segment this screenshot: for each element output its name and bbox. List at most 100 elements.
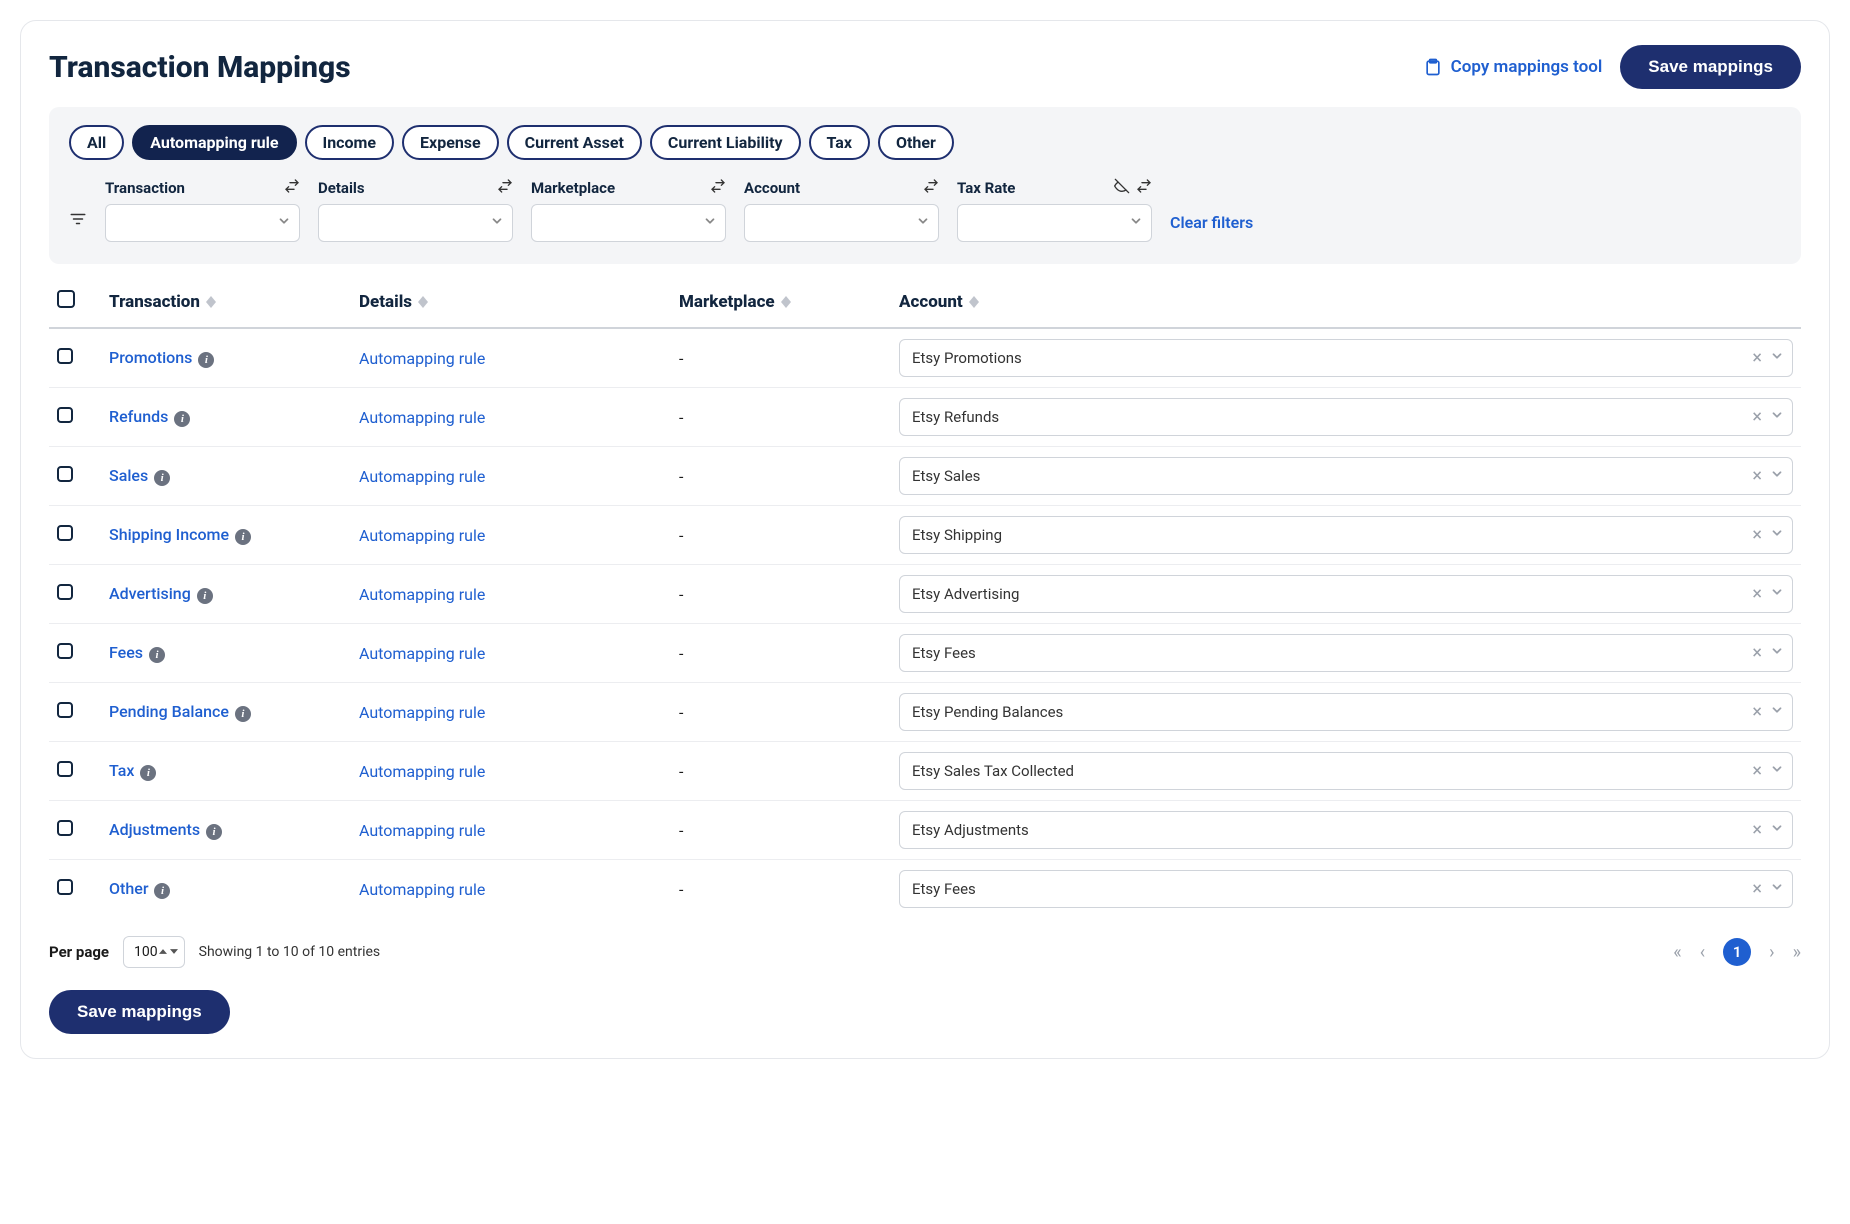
filter-select-tax-rate[interactable] [957, 204, 1152, 242]
filter-select-details[interactable] [318, 204, 513, 242]
swap-icon[interactable] [1136, 178, 1152, 198]
filter-chip[interactable]: All [69, 125, 124, 160]
account-select[interactable]: Etsy Promotions× [899, 339, 1793, 377]
swap-icon[interactable] [497, 178, 513, 198]
save-mappings-button-top[interactable]: Save mappings [1620, 45, 1801, 89]
filter-select-marketplace[interactable] [531, 204, 726, 242]
select-all-checkbox[interactable] [57, 290, 75, 308]
details-link[interactable]: Automapping rule [359, 408, 485, 427]
info-icon[interactable]: i [149, 647, 165, 663]
account-select[interactable]: Etsy Fees× [899, 870, 1793, 908]
info-icon[interactable]: i [206, 824, 222, 840]
filter-select-account[interactable] [744, 204, 939, 242]
transaction-link[interactable]: Tax [109, 761, 134, 780]
transaction-link[interactable]: Advertising [109, 584, 191, 603]
transaction-link[interactable]: Promotions [109, 348, 192, 367]
swap-icon[interactable] [284, 178, 300, 198]
filter-chip[interactable]: Expense [402, 125, 499, 160]
swap-icon[interactable] [923, 178, 939, 198]
sort-icon[interactable] [206, 296, 216, 308]
account-select[interactable]: Etsy Adjustments× [899, 811, 1793, 849]
account-select[interactable]: Etsy Pending Balances× [899, 693, 1793, 731]
clear-icon[interactable]: × [1752, 820, 1762, 841]
row-checkbox[interactable] [57, 702, 73, 718]
clear-icon[interactable]: × [1752, 525, 1762, 546]
details-link[interactable]: Automapping rule [359, 644, 485, 663]
pager-first-icon[interactable]: « [1673, 942, 1681, 963]
details-link[interactable]: Automapping rule [359, 880, 485, 899]
account-select[interactable]: Etsy Fees× [899, 634, 1793, 672]
filter-chip[interactable]: Other [878, 125, 954, 160]
table-row: Shipping IncomeiAutomapping rule-Etsy Sh… [49, 506, 1801, 565]
details-link[interactable]: Automapping rule [359, 467, 485, 486]
transaction-link[interactable]: Refunds [109, 407, 168, 426]
details-link[interactable]: Automapping rule [359, 585, 485, 604]
row-checkbox[interactable] [57, 584, 73, 600]
row-checkbox[interactable] [57, 407, 73, 423]
transaction-link[interactable]: Sales [109, 466, 148, 485]
eye-off-icon[interactable] [1114, 178, 1130, 198]
row-checkbox[interactable] [57, 761, 73, 777]
account-select[interactable]: Etsy Refunds× [899, 398, 1793, 436]
filter-chip[interactable]: Automapping rule [132, 125, 296, 160]
sort-icon[interactable] [781, 296, 791, 308]
info-icon[interactable]: i [235, 529, 251, 545]
clear-icon[interactable]: × [1752, 761, 1762, 782]
pager-prev-icon[interactable]: ‹ [1700, 942, 1705, 963]
account-select[interactable]: Etsy Advertising× [899, 575, 1793, 613]
clear-icon[interactable]: × [1752, 348, 1762, 369]
transaction-link[interactable]: Other [109, 879, 148, 898]
sort-icon[interactable] [969, 296, 979, 308]
col-header-account[interactable]: Account [899, 292, 963, 312]
clear-icon[interactable]: × [1752, 466, 1762, 487]
account-select[interactable]: Etsy Sales× [899, 457, 1793, 495]
transaction-link[interactable]: Adjustments [109, 820, 200, 839]
swap-icon[interactable] [710, 178, 726, 198]
info-icon[interactable]: i [198, 352, 214, 368]
details-link[interactable]: Automapping rule [359, 526, 485, 545]
filter-col-details: Details [318, 178, 513, 242]
transaction-link[interactable]: Fees [109, 643, 143, 662]
details-link[interactable]: Automapping rule [359, 349, 485, 368]
copy-mappings-tool-button[interactable]: Copy mappings tool [1423, 57, 1603, 77]
row-checkbox[interactable] [57, 525, 73, 541]
col-header-marketplace[interactable]: Marketplace [679, 292, 775, 312]
details-link[interactable]: Automapping rule [359, 821, 485, 840]
info-icon[interactable]: i [154, 883, 170, 899]
save-mappings-button-bottom[interactable]: Save mappings [49, 990, 230, 1034]
info-icon[interactable]: i [140, 765, 156, 781]
filter-chip[interactable]: Tax [809, 125, 870, 160]
info-icon[interactable]: i [154, 470, 170, 486]
row-checkbox[interactable] [57, 879, 73, 895]
clear-icon[interactable]: × [1752, 584, 1762, 605]
sort-icon[interactable] [418, 296, 428, 308]
row-checkbox[interactable] [57, 348, 73, 364]
pager-next-icon[interactable]: › [1769, 942, 1774, 963]
filter-chip[interactable]: Current Liability [650, 125, 801, 160]
transaction-link[interactable]: Pending Balance [109, 702, 229, 721]
info-icon[interactable]: i [174, 411, 190, 427]
filter-select-transaction[interactable] [105, 204, 300, 242]
clear-icon[interactable]: × [1752, 702, 1762, 723]
row-checkbox[interactable] [57, 820, 73, 836]
account-select[interactable]: Etsy Shipping× [899, 516, 1793, 554]
filter-chip[interactable]: Income [305, 125, 395, 160]
clear-filters-link[interactable]: Clear filters [1170, 213, 1253, 242]
details-link[interactable]: Automapping rule [359, 762, 485, 781]
pager-last-icon[interactable]: » [1793, 942, 1801, 963]
per-page-select[interactable]: 100 [123, 936, 185, 968]
transaction-link[interactable]: Shipping Income [109, 525, 229, 544]
row-checkbox[interactable] [57, 466, 73, 482]
col-header-transaction[interactable]: Transaction [109, 292, 200, 312]
account-select[interactable]: Etsy Sales Tax Collected× [899, 752, 1793, 790]
filter-chip[interactable]: Current Asset [507, 125, 642, 160]
pager-page-1[interactable]: 1 [1723, 938, 1751, 966]
clear-icon[interactable]: × [1752, 879, 1762, 900]
row-checkbox[interactable] [57, 643, 73, 659]
info-icon[interactable]: i [235, 706, 251, 722]
clear-icon[interactable]: × [1752, 407, 1762, 428]
clear-icon[interactable]: × [1752, 643, 1762, 664]
info-icon[interactable]: i [197, 588, 213, 604]
col-header-details[interactable]: Details [359, 292, 412, 312]
details-link[interactable]: Automapping rule [359, 703, 485, 722]
